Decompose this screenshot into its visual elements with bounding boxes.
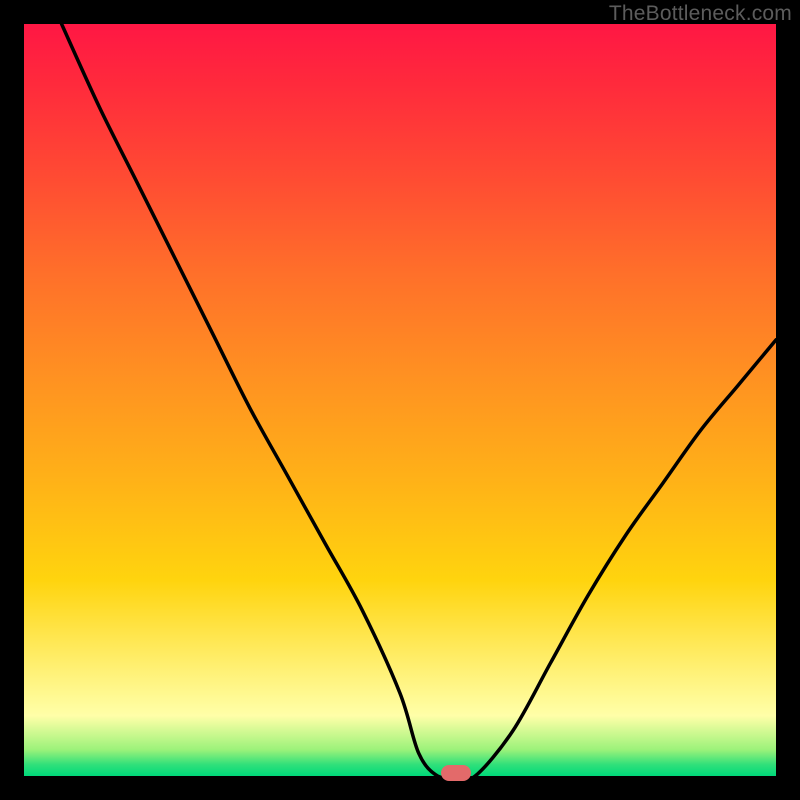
- optimum-marker: [441, 765, 471, 781]
- chart-frame: TheBottleneck.com: [0, 0, 800, 800]
- bottleneck-curve: [24, 24, 776, 776]
- plot-area: [24, 24, 776, 776]
- watermark-text: TheBottleneck.com: [609, 2, 792, 26]
